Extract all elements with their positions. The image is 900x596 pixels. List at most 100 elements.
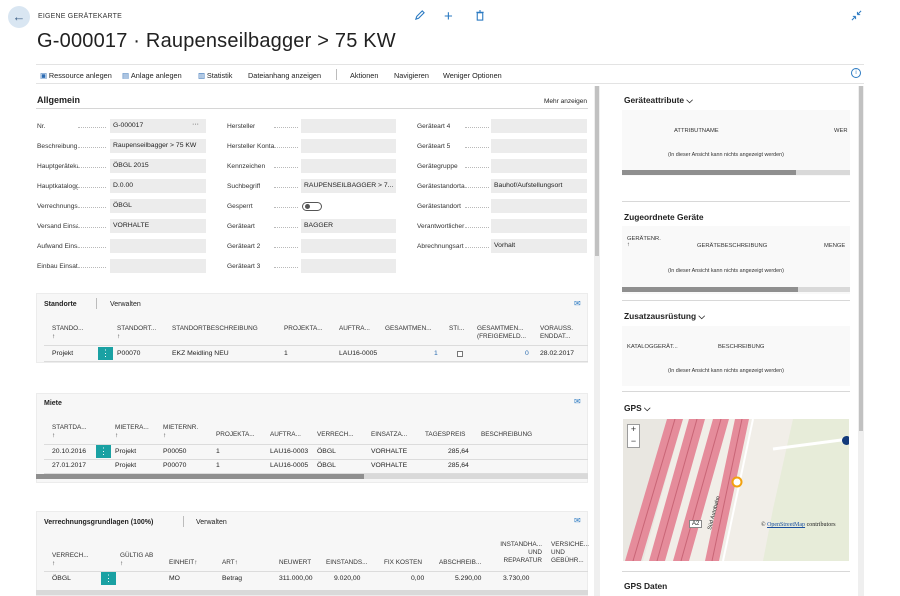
column-header[interactable]: STANDORT... ↑ bbox=[117, 325, 156, 341]
column-header[interactable]: VERRECH... ↑ bbox=[52, 552, 89, 568]
field-value[interactable] bbox=[301, 119, 396, 133]
create-resource-button[interactable]: ▣ Ressource anlegen bbox=[40, 71, 112, 80]
horizontal-scrollbar-thumb[interactable] bbox=[622, 287, 798, 292]
field-value[interactable] bbox=[301, 159, 396, 173]
openstreetmap-link[interactable]: OpenStreetMap bbox=[767, 522, 805, 528]
field-value[interactable] bbox=[491, 119, 587, 133]
share-icon[interactable]: ✉ bbox=[574, 299, 581, 308]
navigate-menu[interactable]: Navigieren bbox=[394, 71, 429, 80]
column-header[interactable]: VORAUSS. ENDDAT... bbox=[540, 325, 582, 341]
column-header[interactable]: MIETERNR. ↑ bbox=[163, 424, 198, 440]
column-header[interactable]: MIETERA... ↑ bbox=[115, 424, 149, 440]
column-header[interactable]: GÜLTIG AB ↑ bbox=[120, 552, 153, 568]
column-header[interactable]: ART↑ bbox=[222, 559, 238, 567]
gps-map[interactable]: + − A2 Süd Autobahn © OpenStreetMap cont… bbox=[623, 419, 849, 561]
field-value[interactable] bbox=[491, 199, 587, 213]
zoom-out-button[interactable]: − bbox=[628, 436, 639, 447]
column-header[interactable]: VERRECH... bbox=[317, 431, 354, 439]
pencil-icon[interactable] bbox=[414, 10, 425, 24]
column-header[interactable]: STANDORTBESCHREIBUNG bbox=[172, 325, 258, 333]
column-header[interactable]: TAGESPREIS bbox=[425, 431, 465, 439]
column-header[interactable]: STI... bbox=[449, 325, 464, 333]
row-menu-icon[interactable]: ⋮ bbox=[101, 572, 116, 585]
assigned-devices-title[interactable]: Zugeordnete Geräte bbox=[624, 212, 704, 222]
actions-menu[interactable]: Aktionen bbox=[350, 71, 378, 80]
additional-equipment-title[interactable]: Zusatzausrüstung ⌵ bbox=[624, 311, 705, 322]
field-value[interactable]: BAGGER bbox=[301, 219, 396, 233]
field-value[interactable] bbox=[301, 259, 396, 273]
assigned-empty-note: (In dieser Ansicht kann nichts angezeigt… bbox=[668, 268, 784, 274]
field-value[interactable] bbox=[110, 239, 206, 253]
road-label-a2: A2 bbox=[689, 520, 703, 528]
zoom-in-button[interactable]: + bbox=[628, 424, 639, 435]
table-cell: ÖBGL bbox=[317, 448, 336, 455]
field-value[interactable]: Bauhof/Aufstellungsort bbox=[491, 179, 587, 193]
statistics-button[interactable]: ▥ Statistik bbox=[198, 71, 232, 80]
right-vertical-scrollbar-thumb[interactable] bbox=[859, 86, 863, 431]
field-value[interactable]: ÖBGL bbox=[110, 199, 206, 213]
column-header[interactable]: AUFTRA... bbox=[270, 431, 301, 439]
attributes-title[interactable]: Geräteattribute ⌵ bbox=[624, 95, 693, 106]
plus-icon[interactable]: + bbox=[444, 8, 453, 25]
show-more-button[interactable]: Mehr anzeigen bbox=[544, 98, 587, 105]
field-value[interactable] bbox=[301, 239, 396, 253]
back-arrow-icon[interactable]: ← bbox=[8, 6, 30, 28]
lookup-button[interactable]: ··· bbox=[192, 121, 199, 128]
column-header-text: STANDORT... bbox=[117, 325, 157, 332]
horizontal-scrollbar[interactable] bbox=[36, 590, 588, 595]
field-value[interactable]: ÖBGL 2015 bbox=[110, 159, 206, 173]
column-header[interactable]: FIX KOSTEN bbox=[384, 559, 422, 567]
column-header[interactable]: VERSICHE... UND GEBÜHR... bbox=[551, 541, 589, 565]
column-header[interactable]: EINSATZA... bbox=[371, 431, 407, 439]
column-header[interactable]: GESAMTMEN... (FREIGEMELD... bbox=[477, 325, 533, 341]
field-value[interactable] bbox=[110, 259, 206, 273]
left-vertical-scrollbar-thumb[interactable] bbox=[595, 86, 599, 256]
column-header[interactable]: PROJEKTA... bbox=[284, 325, 323, 333]
blocked-toggle[interactable] bbox=[302, 202, 322, 211]
table-cell-link[interactable]: 1 bbox=[434, 350, 438, 357]
field-value[interactable] bbox=[301, 139, 396, 153]
show-attachment-button[interactable]: Dateianhang anzeigen bbox=[248, 71, 321, 80]
field-value[interactable]: Vorhalt bbox=[491, 239, 587, 253]
column-header[interactable]: STANDO... ↑ bbox=[52, 325, 83, 341]
column-header[interactable]: NEUWERT bbox=[279, 559, 311, 567]
column-header[interactable]: GESAMTMEN... bbox=[385, 325, 432, 333]
billing-manage-button[interactable]: Verwalten bbox=[196, 519, 227, 526]
column-header[interactable]: PROJEKTA... bbox=[216, 431, 255, 439]
field-value[interactable] bbox=[491, 219, 587, 233]
field-label: Suchbegriff bbox=[227, 183, 261, 190]
locations-manage-button[interactable]: Verwalten bbox=[110, 301, 141, 308]
horizontal-scrollbar-thumb[interactable] bbox=[36, 474, 364, 479]
field-value[interactable] bbox=[491, 139, 587, 153]
column-header[interactable]: STARTDA... ↑ bbox=[52, 424, 87, 440]
share-icon[interactable]: ✉ bbox=[574, 516, 581, 525]
gps-data-title[interactable]: GPS Daten bbox=[624, 581, 667, 591]
column-header[interactable]: EINHEIT↑ bbox=[169, 559, 197, 567]
attributes-header-value: WER bbox=[834, 128, 848, 134]
column-header[interactable]: EINSTANDS... bbox=[326, 559, 367, 567]
checkbox[interactable] bbox=[457, 351, 463, 357]
field-label: Verrechnungsmet... bbox=[37, 203, 78, 210]
row-menu-icon[interactable]: ⋮ bbox=[98, 347, 113, 360]
field-value[interactable]: D.0.00 bbox=[110, 179, 206, 193]
row-menu-icon[interactable]: ⋮ bbox=[96, 445, 111, 458]
field-value[interactable]: Raupenseilbagger > 75 KW bbox=[110, 139, 206, 153]
collapse-icon[interactable] bbox=[851, 10, 862, 24]
fewer-options-button[interactable]: Weniger Optionen bbox=[443, 71, 502, 80]
share-icon[interactable]: ✉ bbox=[574, 397, 581, 406]
gps-title[interactable]: GPS ⌵ bbox=[624, 403, 650, 414]
column-header[interactable]: ABSCHREIB... bbox=[439, 559, 481, 567]
info-icon[interactable]: i bbox=[851, 68, 861, 78]
field-value[interactable]: VORHALTE bbox=[110, 219, 206, 233]
table-cell-link[interactable]: 0 bbox=[525, 350, 529, 357]
sort-arrow: ↑ bbox=[52, 560, 56, 567]
column-header[interactable]: INSTANDHA... UND REPARATUR bbox=[496, 541, 542, 565]
trash-icon[interactable] bbox=[475, 10, 485, 24]
field-value[interactable]: RAUPENSEILBAGGER > 7... bbox=[301, 179, 396, 193]
create-asset-button[interactable]: ▤ Anlage anlegen bbox=[122, 71, 182, 80]
field-value[interactable] bbox=[491, 159, 587, 173]
column-header[interactable]: AUFTRA... bbox=[339, 325, 370, 333]
horizontal-scrollbar-thumb[interactable] bbox=[622, 170, 796, 175]
assigned-header-number: GERÄTENR. ↑ bbox=[627, 236, 661, 248]
column-header[interactable]: BESCHREIBUNG bbox=[481, 431, 532, 439]
